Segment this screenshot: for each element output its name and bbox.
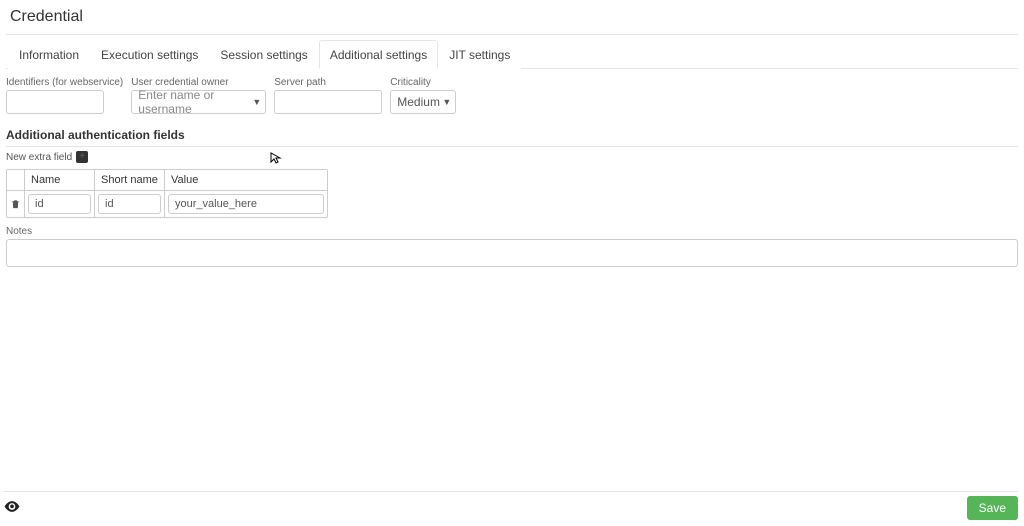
column-name: Name [25,170,95,191]
tab-session-settings[interactable]: Session settings [209,40,318,69]
trash-icon [10,198,21,210]
tab-information[interactable]: Information [8,40,90,69]
row-value-input[interactable] [168,194,324,214]
add-field-button[interactable]: + [76,151,88,163]
tab-execution-settings[interactable]: Execution settings [90,40,209,69]
delete-row-button[interactable] [7,191,25,217]
notes-label: Notes [6,226,1018,237]
row-short-name-input[interactable] [98,194,161,214]
auth-fields-table: Name Short name Value [6,169,328,218]
chevron-down-icon: ▼ [442,97,451,107]
column-short-name: Short name [95,170,165,191]
tab-jit-settings[interactable]: JIT settings [438,40,521,69]
page-title: Credential [6,0,1018,35]
owner-label: User credential owner [131,77,266,88]
column-trash [7,170,25,191]
server-path-label: Server path [274,77,382,88]
new-field-label: New extra field [6,152,72,163]
table-row [7,191,327,217]
identifiers-label: Identifiers (for webservice) [6,77,123,88]
notes-textarea[interactable] [6,239,1018,267]
server-path-input[interactable] [274,90,382,114]
identifiers-input[interactable] [6,90,104,114]
chevron-down-icon: ▼ [252,97,261,107]
tabs: Information Execution settings Session s… [6,39,1018,69]
owner-placeholder: Enter name or username [138,88,252,116]
auth-fields-title: Additional authentication fields [6,128,1018,147]
settings-row: Identifiers (for webservice) User creden… [6,69,1018,114]
criticality-select[interactable]: Medium ▼ [390,90,456,114]
tab-additional-settings[interactable]: Additional settings [319,40,438,69]
footer: Save [4,491,1018,520]
row-name-input[interactable] [28,194,91,214]
save-button[interactable]: Save [967,496,1018,520]
eye-icon[interactable] [4,501,20,515]
criticality-label: Criticality [390,77,456,88]
criticality-value: Medium [397,95,440,109]
owner-select[interactable]: Enter name or username ▼ [131,90,266,114]
column-value: Value [165,170,327,191]
